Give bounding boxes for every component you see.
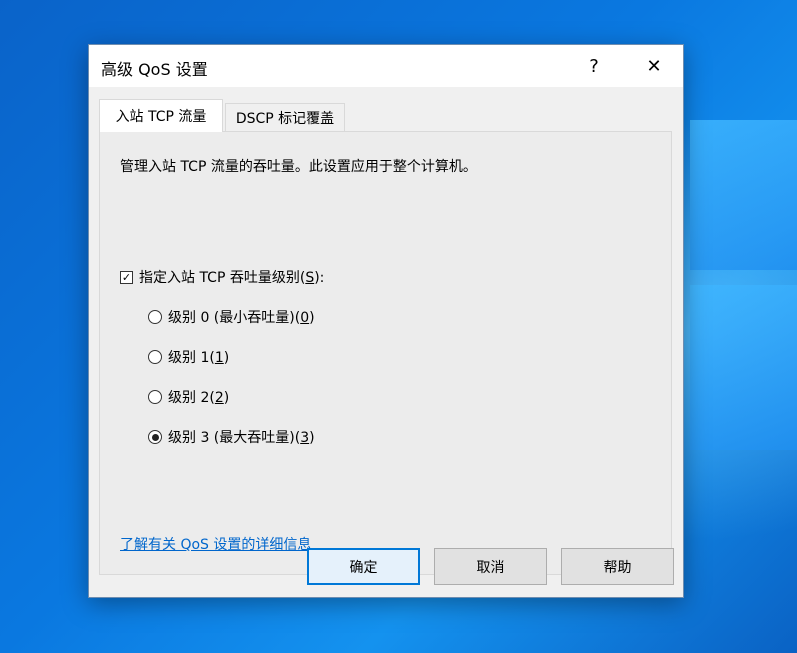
radio-button-selected[interactable] — [148, 430, 162, 444]
radio-dot — [151, 433, 159, 441]
checkbox-hotkey: S — [305, 270, 315, 286]
radio-hotkey: 2 — [214, 390, 224, 406]
radio-hotkey: 0 — [300, 310, 310, 326]
radio-level-2[interactable]: 级别 2(2) — [148, 387, 229, 407]
qos-settings-dialog: 高级 QoS 设置 ? ✕ 入站 TCP 流量 DSCP 标记覆盖 管理入站 T… — [88, 44, 684, 598]
dialog-title: 高级 QoS 设置 — [101, 60, 208, 79]
radio-label: 级别 3 (最大吞吐量)(3) — [168, 427, 315, 447]
close-icon[interactable]: ✕ — [631, 45, 677, 87]
wallpaper-pane — [690, 120, 797, 270]
checkmark-icon: ✓ — [121, 270, 132, 284]
radio-label-text: 级别 1( — [168, 350, 215, 366]
tab-dscp-override[interactable]: DSCP 标记覆盖 — [225, 103, 345, 131]
tab-inbound-tcp[interactable]: 入站 TCP 流量 — [99, 99, 223, 132]
radio-label-suffix: ) — [309, 430, 315, 446]
checkbox-label-text: 指定入站 TCP 吞吐量级别( — [139, 270, 306, 286]
radio-label-suffix: ) — [223, 350, 230, 366]
radio-label-suffix: ) — [309, 310, 315, 326]
radio-level-0[interactable]: 级别 0 (最小吞吐量)(0) — [148, 307, 315, 327]
radio-button[interactable] — [148, 350, 162, 364]
radio-label-text: 级别 3 (最大吞吐量)( — [168, 430, 301, 446]
radio-label: 级别 2(2) — [168, 387, 229, 407]
radio-level-1[interactable]: 级别 1(1) — [148, 347, 229, 367]
help-icon[interactable]: ? — [571, 45, 617, 87]
radio-button[interactable] — [148, 390, 162, 404]
tab-panel: 管理入站 TCP 流量的吞吐量。此设置应用于整个计算机。 ✓ 指定入站 TCP … — [99, 131, 672, 575]
cancel-button[interactable]: 取消 — [434, 548, 547, 585]
help-button[interactable]: 帮助 — [561, 548, 674, 585]
checkbox-label: 指定入站 TCP 吞吐量级别(S): — [139, 267, 324, 287]
throughput-checkbox[interactable]: ✓ — [120, 270, 133, 284]
checkbox-label-suffix: ): — [314, 270, 325, 286]
title-bar: 高级 QoS 设置 ? ✕ — [89, 45, 683, 87]
radio-label-suffix: ) — [223, 390, 230, 406]
radio-label: 级别 1(1) — [168, 347, 229, 367]
radio-hotkey: 1 — [214, 350, 224, 366]
panel-description: 管理入站 TCP 流量的吞吐量。此设置应用于整个计算机。 — [120, 159, 477, 175]
radio-label: 级别 0 (最小吞吐量)(0) — [168, 307, 315, 327]
radio-button[interactable] — [148, 310, 162, 324]
radio-hotkey: 3 — [300, 430, 310, 446]
radio-level-3[interactable]: 级别 3 (最大吞吐量)(3) — [148, 427, 315, 447]
radio-label-text: 级别 0 (最小吞吐量)( — [168, 310, 301, 326]
wallpaper-pane — [690, 285, 797, 450]
ok-button[interactable]: 确定 — [307, 548, 420, 585]
throughput-checkbox-row[interactable]: ✓ 指定入站 TCP 吞吐量级别(S): — [120, 267, 324, 287]
qos-help-link[interactable]: 了解有关 QoS 设置的详细信息 — [120, 534, 311, 554]
radio-label-text: 级别 2( — [168, 390, 215, 406]
